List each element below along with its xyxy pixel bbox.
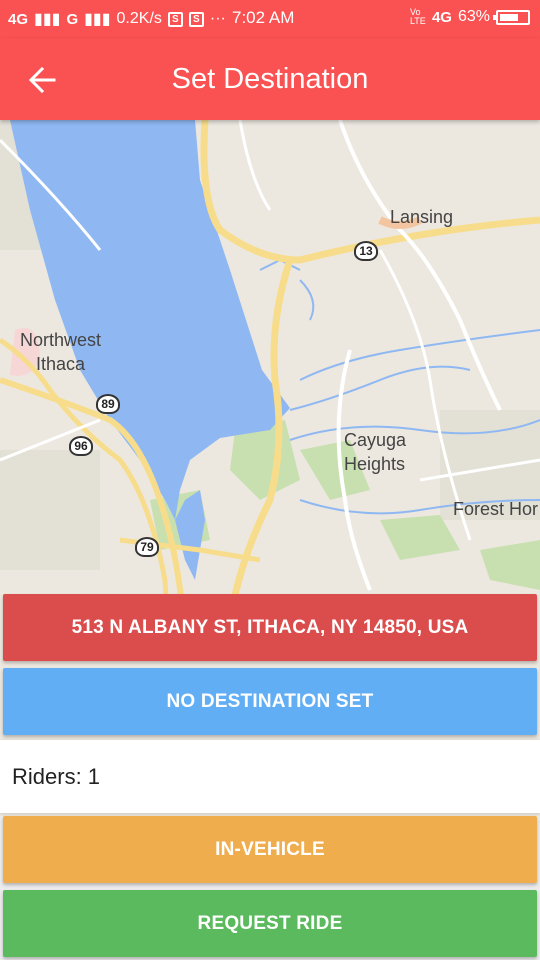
origin-address-button[interactable]: 513 N ALBANY ST, ITHACA, NY 14850, USA xyxy=(3,594,537,661)
request-ride-button[interactable]: REQUEST RIDE xyxy=(3,890,537,957)
riders-panel[interactable]: Riders: 1 xyxy=(0,740,540,813)
page-title: Set Destination xyxy=(171,62,369,95)
app-bar: Set Destination xyxy=(0,38,540,120)
signal-bars-2-icon: ▮▮▮ xyxy=(84,11,111,28)
route-96-shield: 96 xyxy=(69,436,93,456)
battery-percent: 63% xyxy=(457,8,490,25)
status-left: 4G ▮▮▮ G ▮▮▮ 0.2K/s S S ··· xyxy=(8,9,226,29)
in-vehicle-button[interactable]: IN-VEHICLE xyxy=(3,816,537,883)
status-time: 7:02 AM xyxy=(232,8,295,27)
network-speed: 0.2K/s xyxy=(116,10,162,27)
route-13-shield: 13 xyxy=(354,241,378,261)
riders-count: Riders: 1 xyxy=(12,763,101,789)
status-right: Vo LTE 4G 63% xyxy=(410,8,530,26)
notification-s-icon: S xyxy=(167,11,183,27)
notification-s2-icon: S xyxy=(188,11,204,27)
battery-icon xyxy=(493,9,530,25)
arrow-left-icon xyxy=(28,66,56,94)
map-label-lansing: Lansing xyxy=(390,207,454,227)
map-label-northwest-ithaca: Northwest Ithaca xyxy=(20,330,102,374)
map-label-forest-home: Forest Hor xyxy=(453,499,539,519)
volte-indicator: Vo LTE xyxy=(409,7,426,26)
signal-bars-icon: ▮▮▮ xyxy=(34,11,61,28)
signal-2-text: G xyxy=(66,10,79,28)
more-notifications-icon: ··· xyxy=(209,10,226,27)
network-type: 4G xyxy=(431,8,452,26)
back-button[interactable] xyxy=(24,60,64,100)
signal-1-text: 4G xyxy=(8,10,29,28)
map-label-cayuga-heights: Cayuga Heights xyxy=(344,430,407,474)
destination-button[interactable]: NO DESTINATION SET xyxy=(3,668,537,735)
status-bar: 4G ▮▮▮ G ▮▮▮ 0.2K/s S S ··· 7:02 AM Vo L… xyxy=(0,0,540,38)
route-89-shield: 89 xyxy=(96,394,120,414)
route-79-shield: 79 xyxy=(135,537,159,557)
